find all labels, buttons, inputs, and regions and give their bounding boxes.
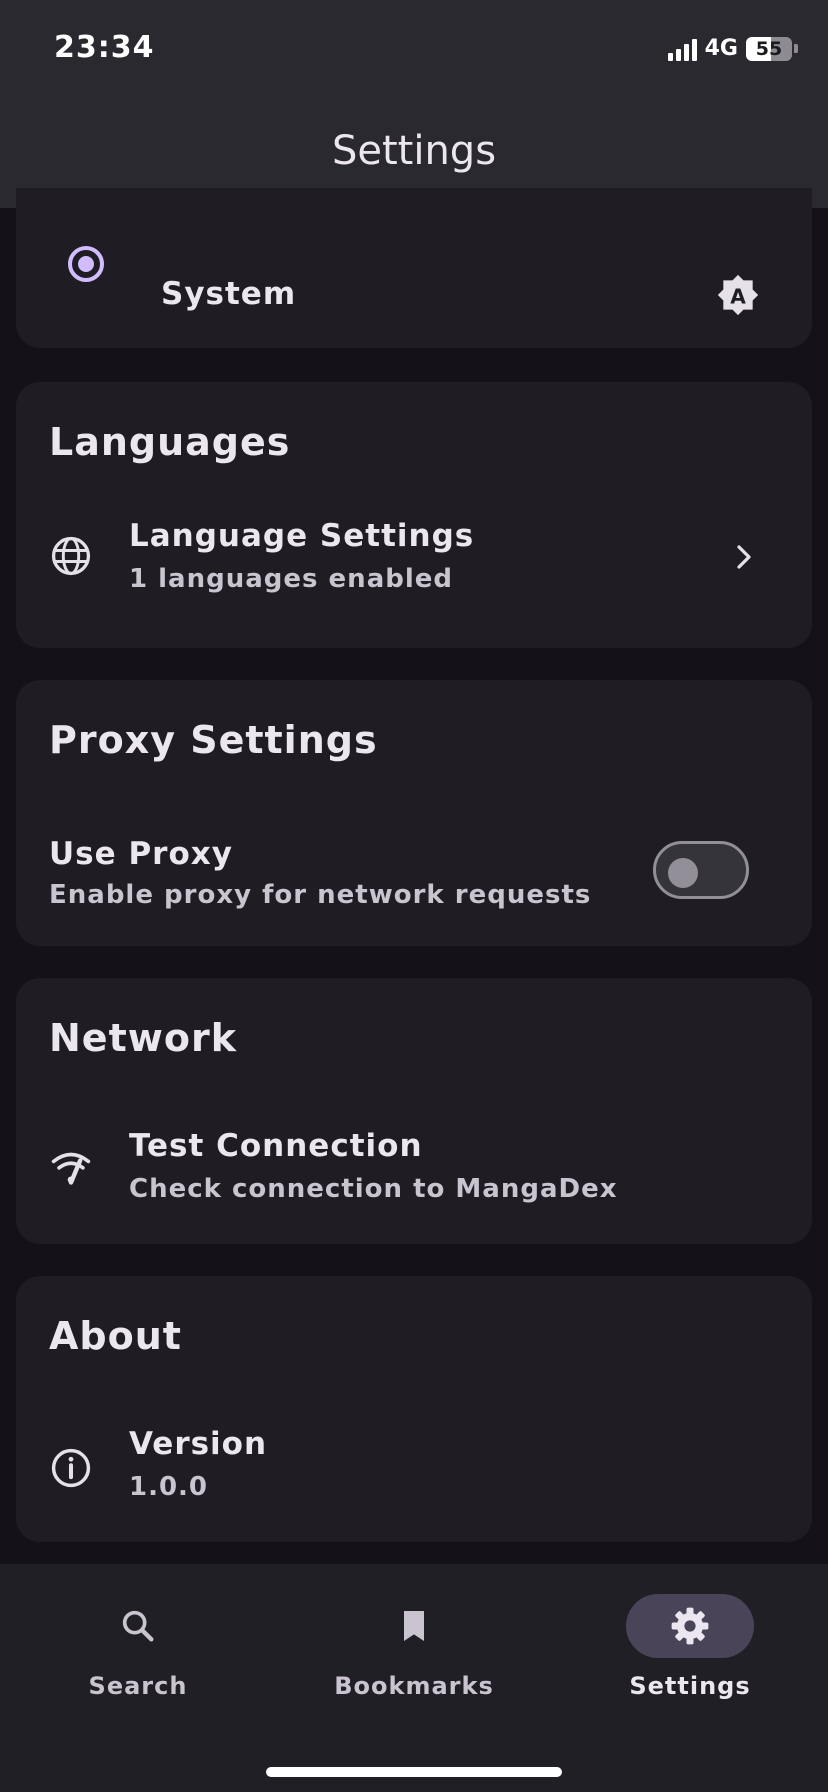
- nav-pill-search: [74, 1594, 202, 1658]
- nav-pill-bookmarks: [350, 1594, 478, 1658]
- battery-tip: [794, 44, 798, 53]
- network-type: 4G: [704, 36, 738, 61]
- network-title: Network: [49, 1016, 237, 1060]
- test-connection-subtitle: Check connection to MangaDex: [129, 1174, 618, 1204]
- theme-option-system[interactable]: System A: [16, 188, 812, 328]
- use-proxy-toggle[interactable]: [653, 841, 749, 899]
- nav-label-settings: Settings: [629, 1672, 751, 1700]
- language-settings-subtitle: 1 languages enabled: [129, 564, 454, 594]
- wifi-check-icon: [51, 1152, 91, 1185]
- status-time: 23:34: [54, 30, 155, 65]
- globe-icon: [51, 536, 91, 576]
- signal-icon: [667, 37, 697, 61]
- gear-icon: [671, 1607, 709, 1645]
- status-indicators: 4G 55: [667, 36, 798, 61]
- battery-level: 55: [755, 37, 783, 60]
- network-card: Network Test Connection Check connection…: [16, 978, 812, 1244]
- languages-title: Languages: [49, 420, 291, 464]
- nav-item-search[interactable]: Search: [38, 1594, 238, 1700]
- languages-card: Languages Language Settings 1 languages …: [16, 382, 812, 648]
- about-card: About Version 1.0.0: [16, 1276, 812, 1542]
- language-settings-label: Language Settings: [129, 518, 475, 554]
- nav-label-search: Search: [88, 1672, 188, 1700]
- proxy-title: Proxy Settings: [49, 718, 378, 762]
- proxy-card: Proxy Settings Use Proxy Enable proxy fo…: [16, 680, 812, 946]
- bookmark-icon: [404, 1611, 424, 1641]
- use-proxy-label: Use Proxy: [49, 836, 233, 872]
- svg-text:A: A: [730, 284, 746, 308]
- top-app-bar: 23:34 4G 55 Settings: [0, 0, 828, 208]
- version-row: Version 1.0.0: [16, 1426, 812, 1526]
- version-value: 1.0.0: [129, 1472, 209, 1502]
- test-connection-row[interactable]: Test Connection Check connection to Mang…: [16, 1128, 812, 1228]
- language-settings-row[interactable]: Language Settings 1 languages enabled: [16, 512, 812, 632]
- use-proxy-subtitle: Enable proxy for network requests: [49, 880, 592, 910]
- version-label: Version: [129, 1426, 268, 1462]
- nav-label-bookmarks: Bookmarks: [334, 1672, 494, 1700]
- nav-item-settings[interactable]: Settings: [590, 1594, 790, 1700]
- bottom-navigation: Search Bookmarks Settings: [0, 1564, 828, 1792]
- nav-item-bookmarks[interactable]: Bookmarks: [314, 1594, 514, 1700]
- battery-icon: 55: [746, 36, 792, 61]
- theme-card: System A: [16, 188, 812, 348]
- info-icon: [51, 1448, 91, 1488]
- home-indicator: [266, 1767, 562, 1777]
- chevron-right-icon: [737, 545, 751, 569]
- nav-pill-settings: [626, 1594, 754, 1658]
- page-title: Settings: [331, 128, 497, 174]
- about-title: About: [49, 1314, 182, 1358]
- toggle-knob: [668, 858, 698, 888]
- search-icon: [122, 1610, 154, 1642]
- test-connection-label: Test Connection: [129, 1128, 423, 1164]
- brightness-auto-icon: A: [717, 274, 759, 316]
- radio-selected[interactable]: [68, 246, 104, 282]
- theme-option-label: System: [161, 276, 297, 312]
